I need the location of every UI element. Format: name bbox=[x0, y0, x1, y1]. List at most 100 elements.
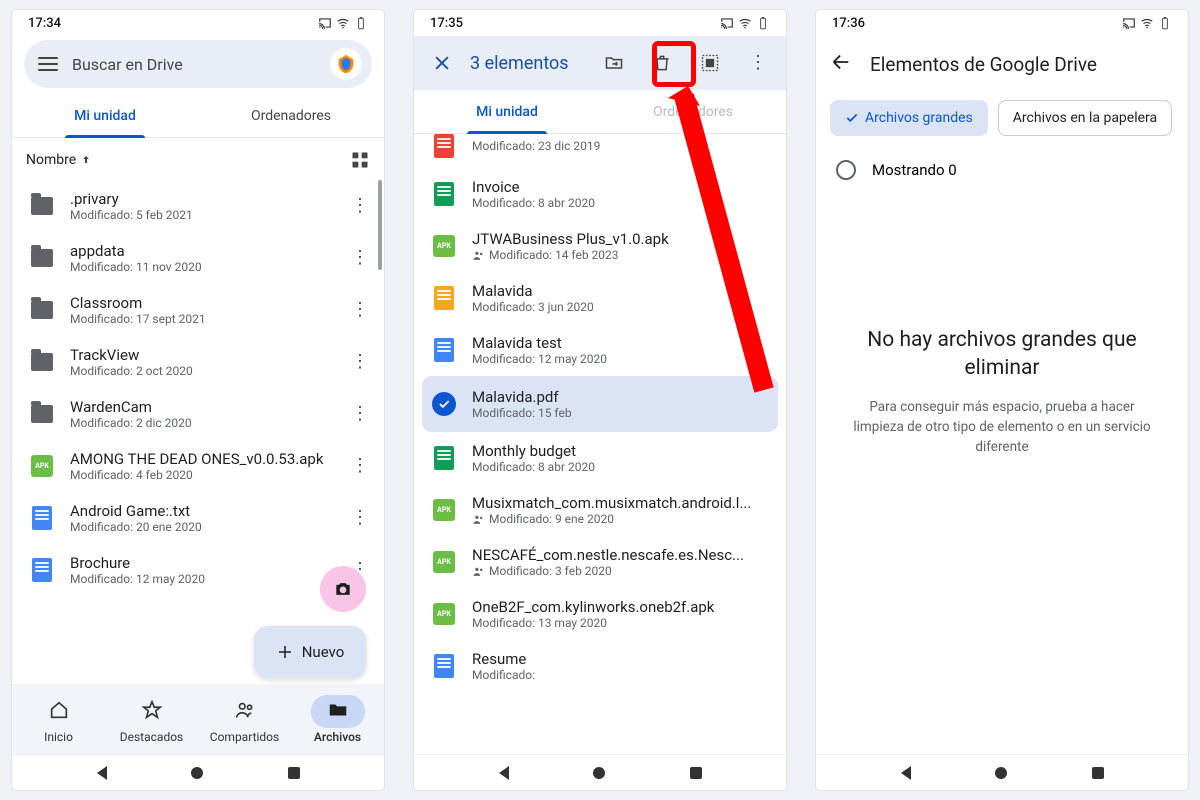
showing-row[interactable]: Mostrando 0 bbox=[816, 144, 1188, 196]
status-bar: 17:36 bbox=[816, 10, 1188, 36]
file-more-button[interactable]: ⋮ bbox=[348, 506, 372, 530]
camera-fab[interactable] bbox=[320, 566, 366, 612]
file-row[interactable]: Monthly budgetModificado: 8 abr 2020 bbox=[414, 432, 786, 484]
showing-label: Mostrando 0 bbox=[872, 161, 957, 179]
nav-shared[interactable]: Compartidos bbox=[198, 684, 291, 754]
close-selection-button[interactable] bbox=[422, 43, 462, 83]
file-meta: Modificado: 2 oct 2020 bbox=[70, 364, 332, 378]
file-meta: Modificado: 13 may 2020 bbox=[472, 616, 774, 630]
avatar[interactable] bbox=[330, 48, 362, 80]
tab-computers[interactable]: Ordenadores bbox=[198, 94, 384, 137]
file-row[interactable]: InvoiceModificado: 8 abr 2020 bbox=[414, 168, 786, 220]
file-row[interactable]: APK Musixmatch_com.musixmatch.android.l..… bbox=[414, 484, 786, 536]
file-type-icon bbox=[30, 402, 54, 426]
file-name: Classroom bbox=[70, 294, 332, 312]
file-row[interactable]: Malavida testModificado: 12 may 2020 bbox=[414, 324, 786, 376]
file-more-button[interactable]: ⋮ bbox=[348, 350, 372, 374]
file-row[interactable]: APKJTWABusiness Plus_v1.0.apk Modificado… bbox=[414, 220, 786, 272]
file-row[interactable]: APKOneB2F_com.kylinworks.oneb2f.apkModif… bbox=[414, 588, 786, 640]
file-name: appdata bbox=[70, 242, 332, 260]
more-button[interactable]: ⋮ bbox=[738, 43, 778, 83]
file-row[interactable]: .privaryModificado: 5 feb 2021⋮ bbox=[12, 180, 384, 232]
tab-my-drive[interactable]: Mi unidad bbox=[414, 90, 600, 133]
file-meta: Modificado: 15 feb bbox=[472, 406, 768, 420]
file-name: Malavida bbox=[472, 282, 774, 300]
file-type-icon bbox=[432, 286, 456, 310]
file-row[interactable]: ClassroomModificado: 17 sept 2021 ⋮ bbox=[12, 284, 384, 336]
nav-home-circle[interactable] bbox=[191, 767, 203, 779]
nav-recents[interactable] bbox=[1092, 767, 1104, 779]
nav-home-circle[interactable] bbox=[995, 767, 1007, 779]
star-icon bbox=[141, 699, 163, 721]
file-row[interactable]: ResumeModificado: bbox=[414, 640, 786, 692]
file-row[interactable]: Modificado: 23 dic 2019 bbox=[414, 134, 786, 168]
file-row[interactable]: MalavidaModificado: 3 jun 2020 bbox=[414, 272, 786, 324]
nav-files[interactable]: Archivos bbox=[291, 684, 384, 754]
chip-trash-files[interactable]: Archivos en la papelera bbox=[998, 100, 1172, 136]
file-row[interactable]: APKAMONG THE DEAD ONES_v0.0.53.apkModifi… bbox=[12, 440, 384, 492]
select-all-button[interactable] bbox=[690, 43, 730, 83]
file-type-icon: APK bbox=[432, 550, 456, 574]
select-all-icon bbox=[700, 53, 720, 73]
android-nav bbox=[414, 754, 786, 790]
nav-back[interactable] bbox=[97, 766, 107, 780]
nav-back[interactable] bbox=[901, 766, 911, 780]
chip-large-files[interactable]: Archivos grandes bbox=[830, 100, 988, 136]
nav-recents[interactable] bbox=[690, 767, 702, 779]
file-more-button[interactable]: ⋮ bbox=[348, 194, 372, 218]
file-name: Resume bbox=[472, 650, 774, 668]
move-button[interactable] bbox=[594, 43, 634, 83]
nav-back[interactable] bbox=[499, 766, 509, 780]
radio-icon[interactable] bbox=[836, 160, 856, 180]
file-more-button[interactable]: ⋮ bbox=[348, 454, 372, 478]
camera-icon bbox=[333, 579, 353, 599]
status-icons bbox=[318, 16, 368, 30]
status-icons bbox=[720, 16, 770, 30]
tabs: Mi unidad Ordenadores bbox=[414, 90, 786, 134]
file-row[interactable]: WardenCamModificado: 2 dic 2020⋮ bbox=[12, 388, 384, 440]
file-meta: Modificado: 8 abr 2020 bbox=[472, 460, 774, 474]
search-input[interactable]: Buscar en Drive bbox=[72, 55, 316, 74]
file-name: Musixmatch_com.musixmatch.android.l... bbox=[472, 494, 774, 512]
file-name: Monthly budget bbox=[472, 442, 774, 460]
file-row[interactable]: appdataModificado: 11 nov 2020⋮ bbox=[12, 232, 384, 284]
file-type-icon bbox=[30, 246, 54, 270]
tabs: Mi unidad Ordenadores bbox=[12, 94, 384, 138]
fab-group: Nuevo bbox=[254, 566, 366, 678]
new-button[interactable]: Nuevo bbox=[254, 626, 366, 678]
home-icon bbox=[48, 699, 70, 721]
file-row[interactable]: Android Game:.txtModificado: 20 ene 2020… bbox=[12, 492, 384, 544]
file-row[interactable]: APKNESCAFÉ_com.nestle.nescafe.es.Nesc...… bbox=[414, 536, 786, 588]
grid-view-icon[interactable] bbox=[350, 150, 370, 170]
file-meta: Modificado: 17 sept 2021 bbox=[70, 312, 332, 326]
wifi-icon bbox=[738, 16, 752, 30]
file-row[interactable]: Malavida.pdfModificado: 15 feb bbox=[422, 376, 778, 432]
back-button[interactable] bbox=[830, 51, 852, 77]
search-bar[interactable]: Buscar en Drive bbox=[24, 40, 372, 88]
file-more-button[interactable]: ⋮ bbox=[348, 246, 372, 270]
plus-icon bbox=[276, 643, 294, 661]
file-list[interactable]: Modificado: 23 dic 2019 InvoiceModificado… bbox=[414, 134, 786, 754]
tab-my-drive[interactable]: Mi unidad bbox=[12, 94, 198, 137]
file-name: Malavida.pdf bbox=[472, 388, 768, 406]
menu-icon[interactable] bbox=[38, 57, 58, 71]
file-row[interactable]: TrackViewModificado: 2 oct 2020⋮ bbox=[12, 336, 384, 388]
cast-icon bbox=[318, 16, 332, 30]
sort-button[interactable]: Nombre bbox=[26, 152, 92, 168]
tab-computers[interactable]: Ordenadores bbox=[600, 90, 786, 133]
nav-home-circle[interactable] bbox=[593, 767, 605, 779]
file-meta: Modificado: 3 feb 2020 bbox=[472, 564, 774, 578]
empty-title: No hay archivos grandes que eliminar bbox=[848, 326, 1156, 383]
file-meta: Modificado: 23 dic 2019 bbox=[472, 139, 774, 153]
file-type-icon bbox=[30, 506, 54, 530]
nav-starred[interactable]: Destacados bbox=[105, 684, 198, 754]
check-icon bbox=[845, 111, 859, 125]
battery-icon bbox=[756, 16, 770, 30]
file-more-button[interactable]: ⋮ bbox=[348, 402, 372, 426]
nav-recents[interactable] bbox=[288, 767, 300, 779]
cast-icon bbox=[720, 16, 734, 30]
file-more-button[interactable]: ⋮ bbox=[348, 298, 372, 322]
file-type-icon: APK bbox=[432, 498, 456, 522]
scrollbar[interactable] bbox=[378, 180, 382, 270]
nav-home[interactable]: Inicio bbox=[12, 684, 105, 754]
